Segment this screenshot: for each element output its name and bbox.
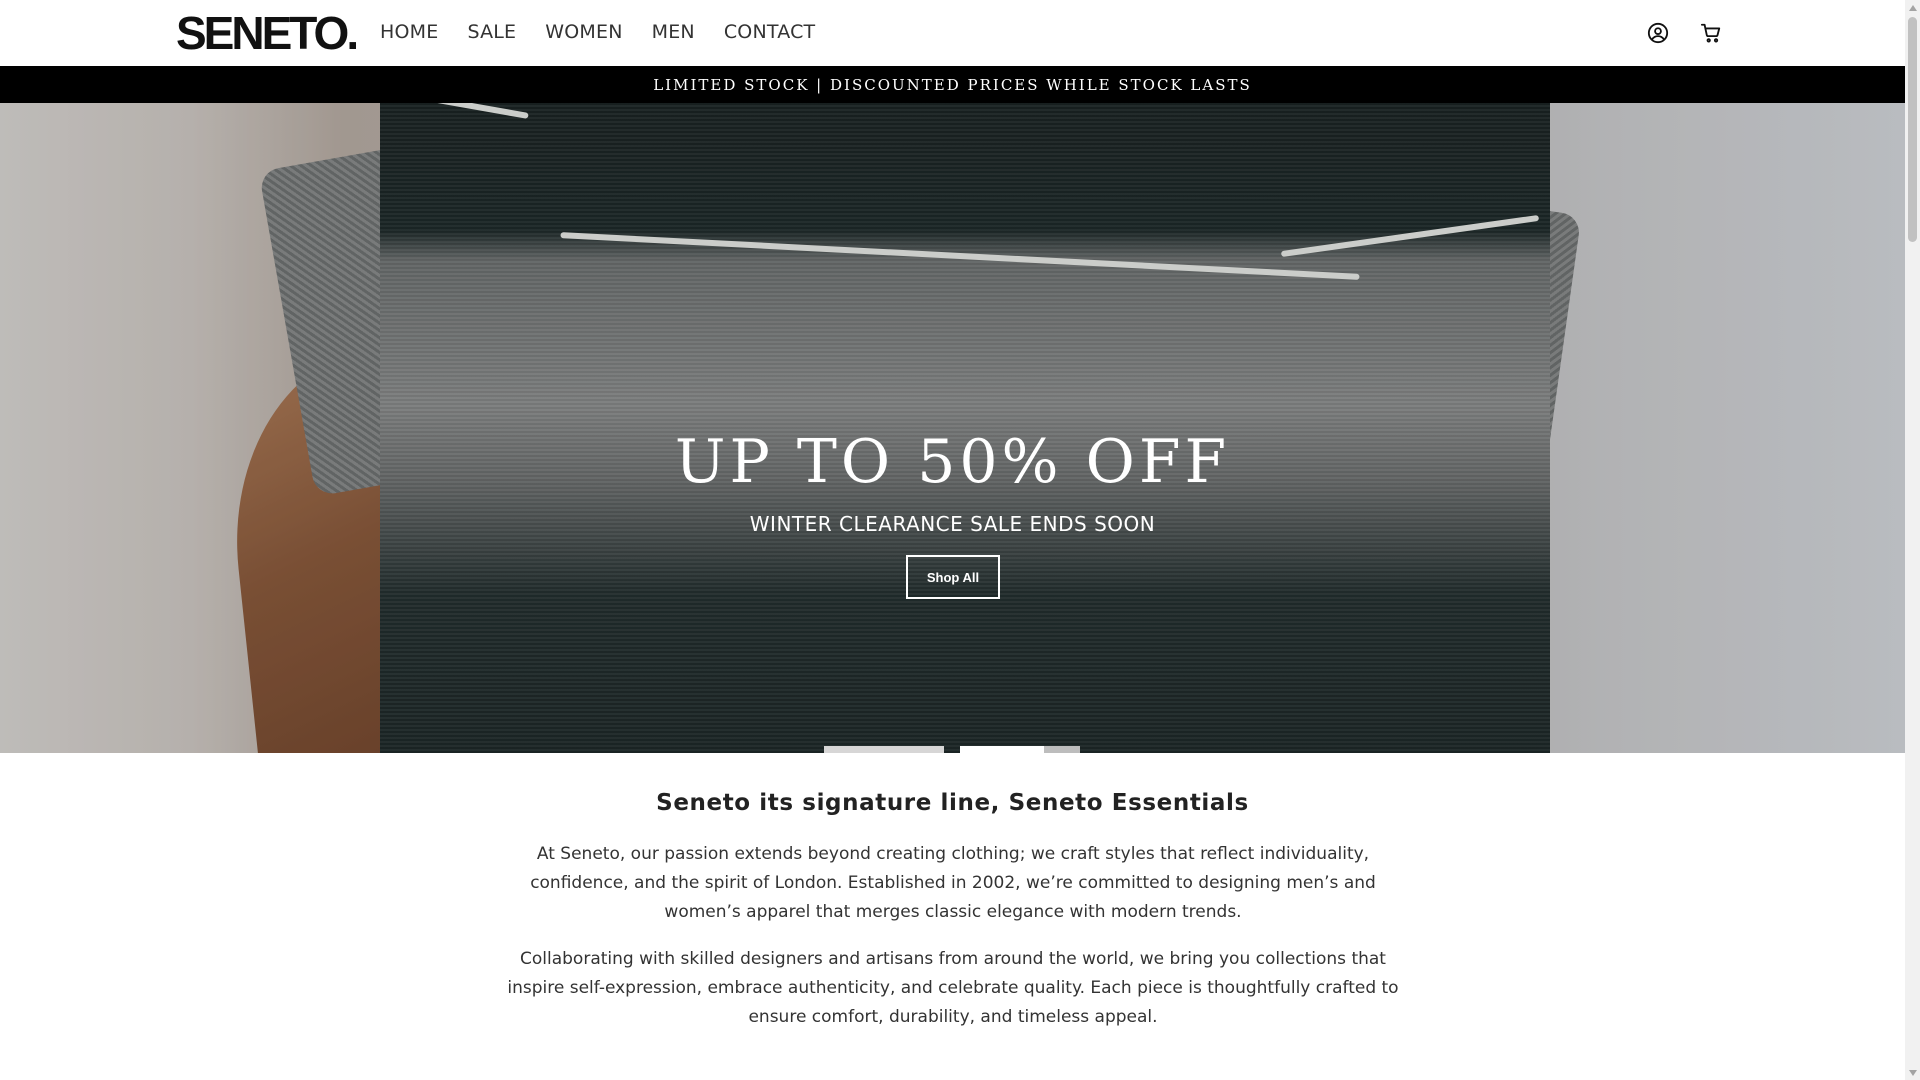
intro-title: Seneto its signature line, Seneto Essent… (656, 790, 1249, 816)
announcement-bar: LIMITED STOCK | DISCOUNTED PRICES WHILE … (0, 66, 1905, 103)
hero-title: UP TO 50% OFF (674, 427, 1231, 497)
scrollbar-thumb[interactable] (1908, 17, 1917, 242)
scroll-up-button[interactable] (1905, 0, 1920, 15)
slide-indicator-2[interactable] (960, 746, 1044, 753)
nav-men[interactable]: MEN (652, 20, 695, 44)
triangle-up-icon (1908, 4, 1917, 11)
scroll-down-button[interactable] (1905, 1065, 1920, 1080)
account-button[interactable] (1645, 20, 1671, 46)
slide-indicator-3[interactable] (1044, 746, 1080, 753)
nav-women[interactable]: WOMEN (545, 20, 622, 44)
slider-pagination (824, 746, 1096, 753)
account-circle-icon (1647, 22, 1669, 44)
hero-subtitle: WINTER CLEARANCE SALE ENDS SOON (749, 512, 1156, 536)
cart-button[interactable] (1698, 20, 1724, 46)
brand-logo[interactable]: SENETO. (176, 8, 359, 58)
nav-contact[interactable]: CONTACT (724, 20, 816, 44)
intro-paragraph: Collaborating with skilled designers and… (507, 949, 1399, 1027)
announcement-text: LIMITED STOCK | DISCOUNTED PRICES WHILE … (653, 75, 1252, 94)
page-scrollbar[interactable] (1905, 0, 1920, 1080)
site-header: SENETO. HOME SALE WOMEN MEN CONTACT (0, 0, 1905, 66)
shop-all-button[interactable]: Shop All (906, 555, 1000, 599)
nav-home[interactable]: HOME (380, 20, 438, 44)
triangle-down-icon (1908, 1069, 1917, 1076)
page: SENETO. HOME SALE WOMEN MEN CONTACT LIMI… (0, 0, 1905, 1080)
slide-indicator-1[interactable] (824, 746, 944, 753)
shopping-cart-icon (1700, 23, 1721, 43)
intro-paragraph: At Seneto, our passion extends beyond cr… (530, 844, 1376, 922)
main-nav: HOME SALE WOMEN MEN CONTACT (380, 20, 844, 44)
nav-sale[interactable]: SALE (467, 20, 516, 44)
